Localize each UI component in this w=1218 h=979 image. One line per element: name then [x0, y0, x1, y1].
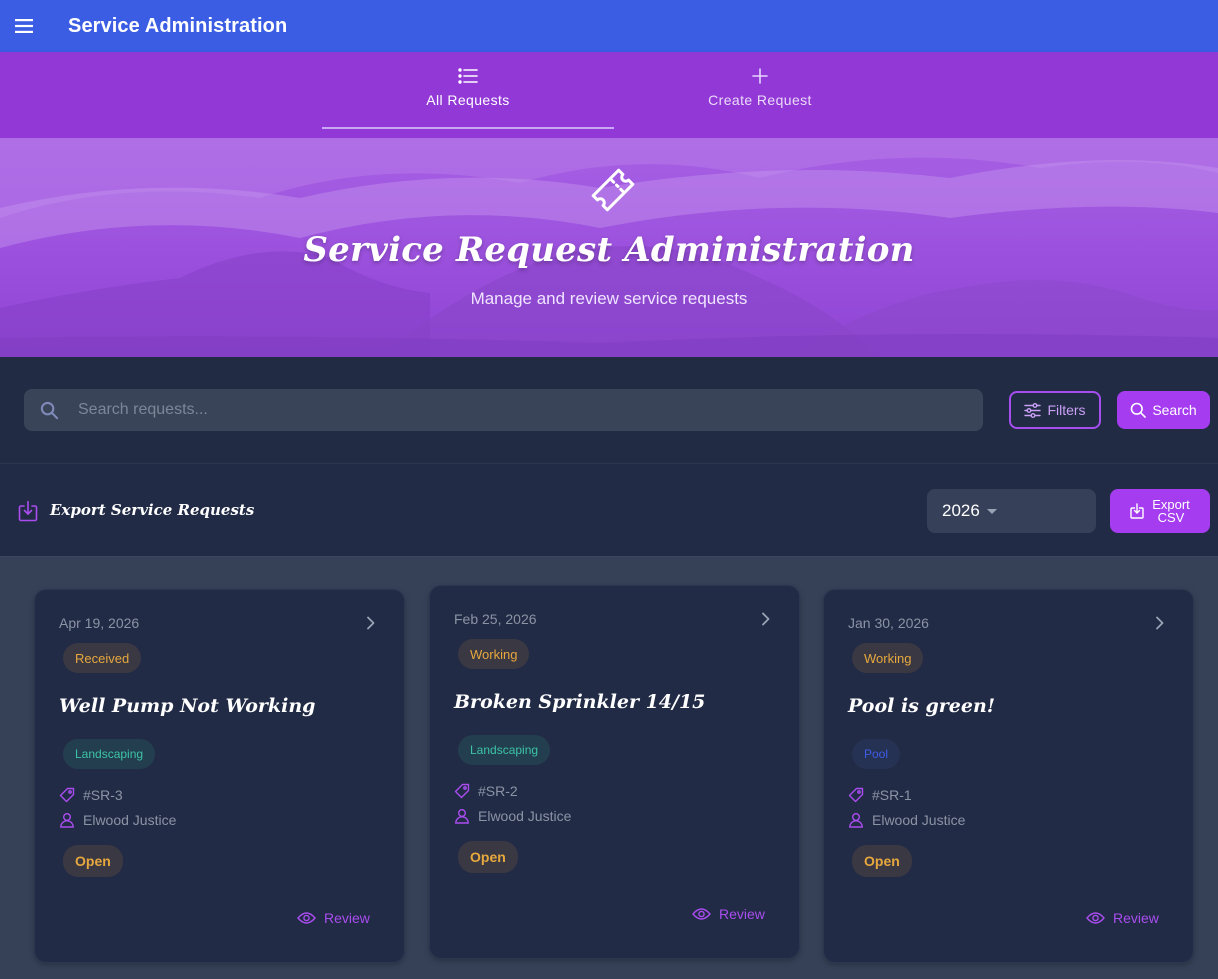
plus-icon — [752, 66, 768, 86]
category-badge-label: Landscaping — [75, 747, 144, 761]
request-user: Elwood Justice — [59, 812, 176, 828]
category-badge: Pool — [852, 739, 901, 769]
user-icon — [849, 813, 863, 828]
menu-button[interactable] — [0, 0, 48, 52]
app-bar: Service Administration — [0, 0, 1218, 52]
search-button[interactable]: Search — [1117, 391, 1210, 429]
year-select-value: 2026 — [942, 501, 980, 520]
request-id: #SR-3 — [59, 787, 123, 803]
user-icon — [455, 809, 469, 824]
request-card[interactable]: Feb 25, 2026 Working Broken Sprinkler 14… — [429, 585, 800, 959]
tab-all-requests-label: All Requests — [426, 92, 510, 108]
chevron-right-icon[interactable] — [760, 612, 772, 626]
request-id: #SR-2 — [454, 783, 518, 799]
status-badge-label: Working — [864, 650, 912, 666]
request-user-name: Elwood Justice — [872, 812, 966, 828]
active-tab-indicator — [322, 127, 614, 129]
state-badge-label: Open — [864, 853, 900, 869]
chevron-right-icon[interactable] — [1154, 616, 1166, 630]
status-badge: Working — [852, 643, 924, 673]
request-date: Feb 25, 2026 — [454, 611, 537, 627]
sliders-icon — [1024, 402, 1042, 418]
eye-icon — [297, 912, 316, 924]
request-date: Jan 30, 2026 — [848, 615, 929, 631]
request-title: Well Pump Not Working — [59, 695, 316, 717]
state-badge: Open — [458, 841, 518, 873]
hero-banner: Service Request Administration Manage an… — [0, 138, 1218, 357]
review-label: Review — [324, 910, 370, 926]
status-badge-label: Working — [470, 646, 518, 662]
category-badge-label: Pool — [864, 747, 889, 761]
eye-icon — [692, 908, 711, 920]
tab-bar: All Requests Create Request — [0, 52, 1218, 138]
export-csv-button[interactable]: Export CSV — [1110, 489, 1210, 533]
request-id-value: #SR-3 — [83, 787, 123, 803]
list-icon — [458, 66, 478, 86]
year-select[interactable]: 2026 — [927, 489, 1096, 533]
state-badge: Open — [852, 845, 912, 877]
status-badge: Working — [458, 639, 530, 669]
tab-create-request-label: Create Request — [708, 92, 812, 108]
state-badge: Open — [63, 845, 123, 877]
ticket-icon — [591, 168, 635, 212]
filters-button[interactable]: Filters — [1009, 391, 1101, 429]
state-badge-label: Open — [470, 849, 506, 865]
review-link[interactable]: Review — [692, 906, 765, 922]
app-title: Service Administration — [68, 14, 288, 37]
tag-icon — [59, 787, 75, 803]
search-input[interactable] — [78, 401, 938, 419]
request-id-value: #SR-1 — [872, 787, 912, 803]
export-csv-label-line2: CSV — [1157, 510, 1185, 525]
request-date: Apr 19, 2026 — [59, 615, 140, 631]
hamburger-icon — [15, 19, 33, 33]
review-link[interactable]: Review — [1086, 910, 1159, 926]
eye-icon — [1086, 912, 1105, 924]
export-section: Export Service Requests 2026 Export CSV — [0, 463, 1218, 557]
review-label: Review — [719, 906, 765, 922]
chevron-right-icon[interactable] — [365, 616, 377, 630]
caret-down-icon — [986, 508, 997, 514]
request-user-name: Elwood Justice — [83, 812, 177, 828]
request-user: Elwood Justice — [848, 812, 965, 828]
request-id-value: #SR-2 — [478, 783, 518, 799]
request-id: #SR-1 — [848, 787, 912, 803]
search-section: Filters Search — [0, 357, 1218, 463]
tab-all-requests[interactable]: All Requests — [322, 52, 614, 130]
request-title: Broken Sprinkler 14/15 — [454, 691, 706, 713]
filters-label: Filters — [1047, 402, 1086, 418]
hero-subtitle: Manage and review service requests — [470, 289, 748, 308]
download-icon — [18, 500, 38, 522]
tab-create-request[interactable]: Create Request — [614, 52, 906, 130]
tag-icon — [454, 783, 470, 799]
request-card[interactable]: Jan 30, 2026 Working Pool is green! Pool… — [823, 589, 1194, 963]
status-badge-label: Received — [75, 650, 130, 666]
status-badge: Received — [63, 643, 142, 673]
user-icon — [60, 813, 74, 828]
state-badge-label: Open — [75, 853, 111, 869]
request-card[interactable]: Apr 19, 2026 Received Well Pump Not Work… — [34, 589, 405, 963]
category-badge-label: Landscaping — [470, 743, 539, 757]
review-label: Review — [1113, 910, 1159, 926]
category-badge: Landscaping — [458, 735, 551, 765]
request-title: Pool is green! — [848, 695, 996, 717]
request-user-name: Elwood Justice — [478, 808, 572, 824]
request-user: Elwood Justice — [454, 808, 571, 824]
search-icon — [40, 400, 60, 420]
export-title: Export Service Requests — [50, 501, 255, 519]
search-button-icon — [1131, 402, 1147, 418]
export-csv-label: Export CSV — [1152, 498, 1190, 524]
search-label: Search — [1152, 402, 1197, 418]
search-box — [24, 389, 983, 431]
hero-title: Service Request Administration — [303, 230, 915, 270]
download-icon — [1130, 503, 1144, 519]
review-link[interactable]: Review — [297, 910, 370, 926]
category-badge: Landscaping — [63, 739, 156, 769]
tag-icon — [848, 787, 864, 803]
